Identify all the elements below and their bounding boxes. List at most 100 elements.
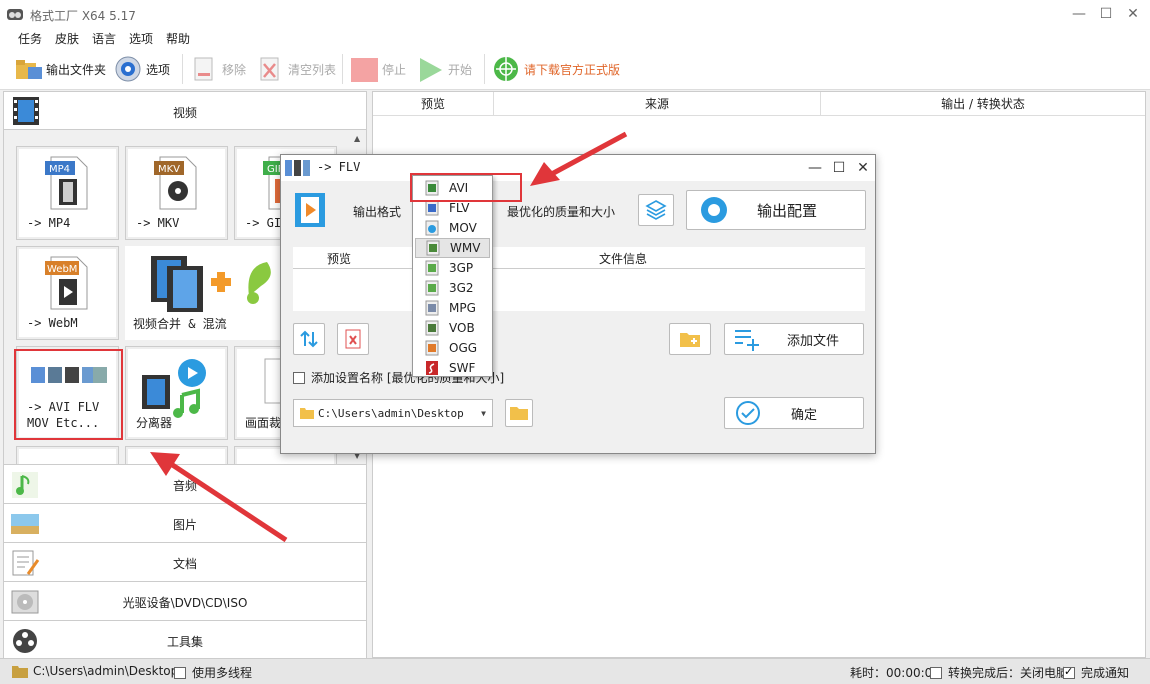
ok-button[interactable]: 确定 [724, 397, 864, 429]
folder-icon [509, 405, 529, 421]
output-config-button[interactable]: 输出配置 [686, 190, 866, 230]
tile-more-1[interactable] [16, 446, 119, 464]
format-option-swf[interactable]: SWF [415, 358, 490, 378]
remove-doc-icon [190, 55, 218, 83]
status-path: C:\Users\admin\Desktop [33, 664, 179, 678]
stop-label: 停止 [382, 62, 407, 77]
menu-skin[interactable]: 皮肤 [55, 30, 79, 47]
scroll-up-icon[interactable]: ▲ [354, 134, 360, 143]
download-official-label: 请下载官方正式版 [524, 62, 621, 77]
svg-text:MP4: MP4 [49, 164, 70, 175]
annotation-box-avi-tile [14, 349, 123, 440]
multithread-label: 使用多线程 [192, 666, 253, 680]
status-bar: C:\Users\admin\Desktop 使用多线程 耗时：00:00:00… [0, 658, 1150, 684]
options-button[interactable]: 选项 [114, 54, 170, 84]
format-option-3gp[interactable]: 3GP [415, 258, 490, 278]
category-audio[interactable]: 音频 [4, 464, 366, 503]
format-option-label: SWF [449, 361, 476, 375]
format-option-label: WMV [450, 241, 481, 255]
notify-checkbox[interactable] [1063, 665, 1075, 679]
multithread-option[interactable]: 使用多线程 [174, 664, 252, 681]
tile-webm[interactable]: WebM -> WebM [16, 246, 119, 340]
ogg-file-icon [425, 340, 439, 356]
sort-button[interactable] [293, 323, 325, 355]
tile-label: -> WebM [27, 316, 78, 330]
download-official-button[interactable]: 请下载官方正式版 [492, 54, 620, 84]
format-option-vob[interactable]: VOB [415, 318, 490, 338]
multithread-checkbox[interactable] [174, 666, 186, 679]
menu-options[interactable]: 选项 [129, 30, 153, 47]
tile-splitter[interactable]: 分离器 [125, 346, 228, 440]
ok-label: 确定 [791, 407, 818, 423]
dialog-minimize-button[interactable]: — [805, 158, 825, 178]
layers-button[interactable] [638, 194, 674, 226]
tile-mp4[interactable]: MP4 -> MP4 [16, 146, 119, 240]
tile-mkv[interactable]: MKV -> MKV [125, 146, 228, 240]
add-folder-button[interactable] [669, 323, 711, 355]
minimize-button[interactable]: — [1068, 4, 1090, 24]
dialog-col-fileinfo[interactable]: 文件信息 [599, 250, 647, 267]
format-option-wmv[interactable]: WMV [415, 238, 490, 258]
category-document[interactable]: 文档 [4, 542, 366, 581]
category-image-label: 图片 [172, 518, 197, 532]
category-tools[interactable]: 工具集 [4, 620, 366, 659]
video-category-header[interactable]: 视频 [4, 92, 366, 130]
gear-icon [114, 55, 142, 83]
stop-icon [350, 55, 378, 83]
add-file-button[interactable]: 添加文件 [724, 323, 864, 355]
dialog-col-preview[interactable]: 预览 [327, 250, 351, 267]
sort-arrows-icon [299, 329, 319, 349]
output-config-label: 输出配置 [757, 201, 818, 220]
mkv-file-icon: MKV [152, 155, 198, 211]
category-disc[interactable]: 光驱设备\DVD\CD\ISO [4, 581, 366, 620]
dialog-close-button[interactable]: ✕ [853, 158, 873, 178]
format-option-ogg[interactable]: OGG [415, 338, 490, 358]
delete-file-button[interactable] [337, 323, 369, 355]
category-disc-label: 光驱设备\DVD\CD\ISO [122, 596, 248, 610]
notify-label: 完成通知 [1081, 666, 1130, 680]
dialog-maximize-button[interactable]: ☐ [829, 158, 849, 178]
category-document-label: 文档 [172, 557, 197, 571]
add-setting-name-checkbox[interactable] [293, 371, 305, 384]
dialog-title-bar: -> FLV — ☐ ✕ [281, 155, 875, 181]
maximize-button[interactable]: ☐ [1095, 4, 1117, 24]
category-image[interactable]: 图片 [4, 503, 366, 542]
column-output-status[interactable]: 输出 / 转换状态 [821, 92, 1145, 116]
clear-list-button[interactable]: 清空列表 [256, 54, 336, 84]
start-button[interactable]: 开始 [416, 54, 472, 84]
format-option-3g2[interactable]: 3G2 [415, 278, 490, 298]
after-convert-checkbox[interactable] [930, 666, 942, 679]
notify-option[interactable]: 完成通知 [1063, 664, 1129, 681]
play-icon [416, 55, 444, 83]
format-option-mov[interactable]: MOV [415, 218, 490, 238]
output-folder-button[interactable]: 输出文件夹 [14, 54, 106, 84]
menu-language[interactable]: 语言 [92, 30, 116, 47]
column-preview[interactable]: 预览 [373, 92, 494, 116]
after-convert-option[interactable]: 转换完成后：关闭电脑 [930, 664, 1068, 681]
column-source[interactable]: 来源 [494, 92, 821, 116]
remove-label: 移除 [222, 62, 247, 77]
tile-more-2[interactable] [125, 446, 228, 464]
delete-file-icon [343, 328, 363, 350]
annotation-box-avi [410, 173, 522, 202]
stop-button[interactable]: 停止 [350, 54, 406, 84]
remove-button[interactable]: 移除 [190, 54, 246, 84]
toolbar: 输出文件夹 选项 移除 清空列表 停止 开始 请下载官方正式版 [0, 48, 1150, 90]
close-button[interactable]: ✕ [1122, 4, 1144, 24]
browse-folder-button[interactable] [505, 399, 533, 427]
dialog-file-table[interactable] [293, 269, 865, 311]
webm-file-icon: WebM [43, 255, 89, 311]
add-folder-icon [678, 329, 702, 349]
status-folder-icon [12, 664, 28, 678]
svg-text:WebM: WebM [47, 264, 77, 275]
add-file-label: 添加文件 [787, 333, 840, 349]
video-label: 视频 [172, 106, 197, 120]
menu-task[interactable]: 任务 [18, 30, 42, 47]
format-dropdown-list: AVI FLV MOV WMV 3GP 3G2 MPG VOB OGG SWF [412, 175, 493, 377]
output-path-select[interactable]: C:\Users\admin\Desktop ▼ [293, 399, 493, 427]
quality-label: 最优化的质量和大小 [507, 205, 616, 219]
settings-gear-icon [697, 193, 731, 227]
menu-help[interactable]: 帮助 [166, 30, 190, 47]
format-option-mpg[interactable]: MPG [415, 298, 490, 318]
mp4-file-icon: MP4 [43, 155, 89, 211]
